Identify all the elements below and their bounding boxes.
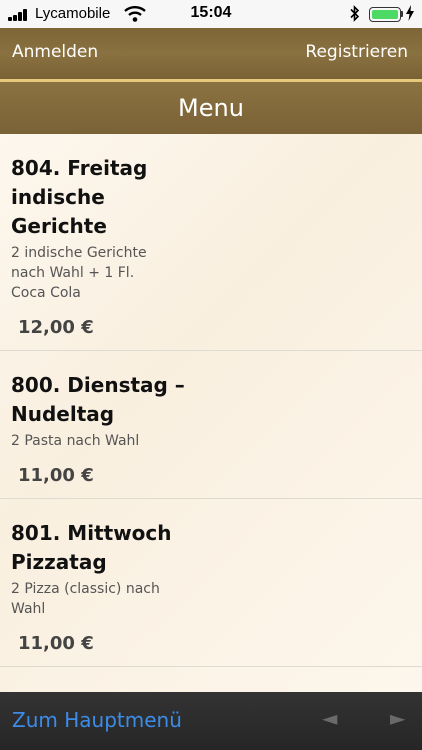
register-button[interactable]: Registrieren (305, 42, 408, 62)
menu-item-price: 11,00 € (18, 465, 94, 486)
battery-level (372, 10, 398, 19)
menu-item-description: 2 indische Gerichte nach Wahl + 1 Fl. Co… (11, 245, 147, 301)
status-bar: Lycamobile 15:04 (0, 0, 422, 28)
back-arrow-icon[interactable]: ◄ (322, 706, 337, 730)
forward-arrow-icon[interactable]: ► (390, 706, 405, 730)
menu-list[interactable]: 804. Freitag indische Gerichte 2 indisch… (0, 134, 422, 692)
menu-item-title: 801. Mittwoch Pizzatag (11, 521, 172, 574)
charging-bolt-icon (406, 5, 414, 21)
bluetooth-icon (350, 5, 360, 22)
bottom-toolbar: Zum Hauptmenü ◄ ► (0, 692, 422, 750)
login-button[interactable]: Anmelden (12, 42, 98, 62)
menu-item-description: 2 Pasta nach Wahl (11, 433, 140, 449)
page-title: Menu (178, 94, 244, 122)
menu-item[interactable]: 801. Mittwoch Pizzatag 2 Pizza (classic)… (0, 499, 422, 667)
menu-item-description: 2 Pizza (classic) nach Wahl (11, 581, 160, 617)
menu-item[interactable]: 800. Dienstag – Nudeltag 2 Pasta nach Wa… (0, 351, 422, 499)
title-bar: Menu (0, 82, 422, 134)
main-menu-link[interactable]: Zum Hauptmenü (12, 708, 182, 732)
top-navigation-bar: Anmelden Registrieren (0, 28, 422, 79)
menu-item-price: 12,00 € (18, 317, 94, 338)
menu-item-title: 804. Freitag indische Gerichte (11, 156, 148, 238)
battery-cap (401, 11, 403, 17)
menu-item-price: 11,00 € (18, 633, 94, 654)
menu-item-title: 800. Dienstag – Nudeltag (11, 373, 185, 426)
menu-item[interactable]: 804. Freitag indische Gerichte 2 indisch… (0, 134, 422, 351)
battery-icon (369, 7, 401, 22)
